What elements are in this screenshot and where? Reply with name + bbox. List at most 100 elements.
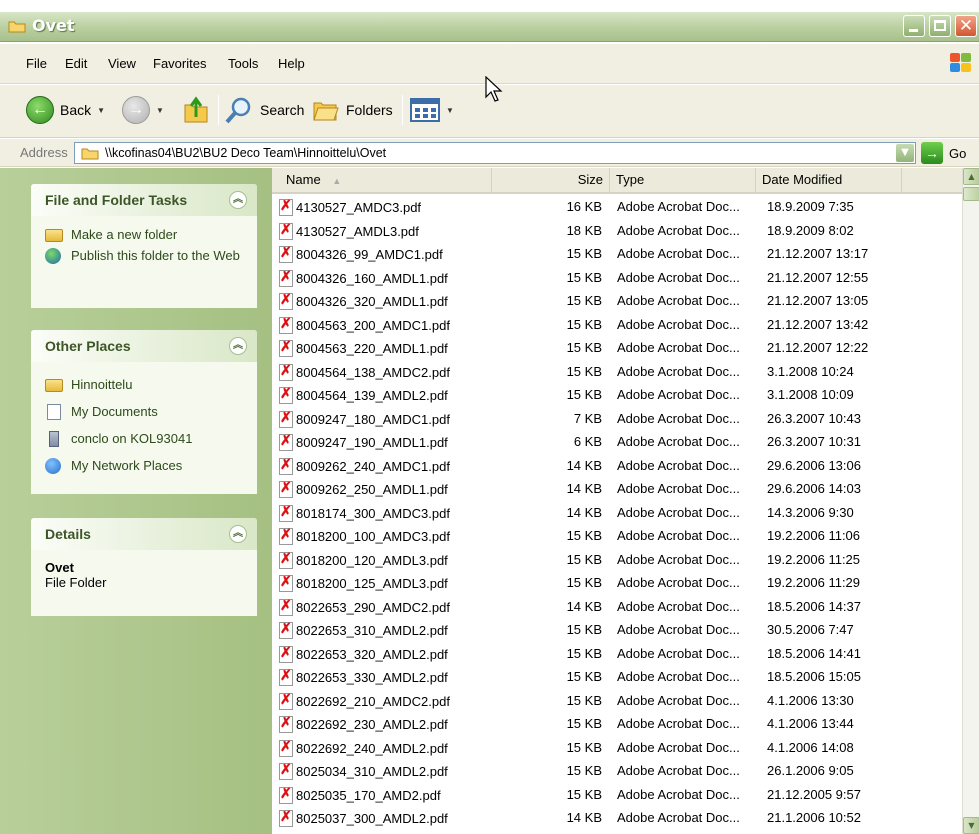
up-folder-button[interactable] <box>182 94 210 126</box>
file-type: Adobe Acrobat Doc... <box>617 340 740 355</box>
search-label: Search <box>260 102 305 118</box>
file-row[interactable]: 8009247_180_AMDC1.pdf 7 KB Adobe Acrobat D… <box>272 408 962 432</box>
menu-tools[interactable]: Tools <box>228 56 258 71</box>
folders-icon <box>313 102 339 121</box>
address-dropdown-icon[interactable]: ▼ <box>896 144 914 162</box>
column-size[interactable]: Size <box>492 168 610 192</box>
file-row[interactable]: 8022653_320_AMDL2.pdf 15 KB Adobe Acrobat … <box>272 643 962 667</box>
place-my-documents[interactable]: My Documents <box>45 403 247 420</box>
file-name: 8009262_250_AMDL1.pdf <box>296 482 448 497</box>
collapse-chevron-icon[interactable]: ︽ <box>229 191 247 209</box>
file-name-cell: 8022653_310_AMDL2.pdf <box>278 620 448 639</box>
file-name: 4130527_AMDL3.pdf <box>296 223 419 239</box>
file-name-cell: 8009247_180_AMDC1.pdf <box>278 409 450 428</box>
column-name[interactable]: Name ▲ <box>280 168 492 192</box>
file-date-modified: 19.2.2006 11:06 <box>767 528 861 543</box>
back-button[interactable]: ← Back ▼ <box>26 94 105 126</box>
menu-edit[interactable]: Edit <box>65 56 87 71</box>
file-row[interactable]: 8025037_300_AMDL2.pdf 14 KB Adobe Acrobat … <box>272 807 962 831</box>
forward-dropdown-icon[interactable]: ▼ <box>156 106 164 115</box>
file-row[interactable]: 8004563_220_AMDL1.pdf 15 KB Adobe Acrobat … <box>272 337 962 361</box>
file-row[interactable]: 8022692_210_AMDC2.pdf 15 KB Adobe Acrobat … <box>272 690 962 714</box>
menu-favorites[interactable]: Favorites <box>153 56 206 71</box>
search-button[interactable]: Search <box>224 94 304 126</box>
file-row[interactable]: 8009247_190_AMDL1.pdf 6 KB Adobe Acrobat D… <box>272 431 962 455</box>
panel-header[interactable]: File and Folder Tasks ︽ <box>31 184 257 216</box>
go-label: Go <box>949 145 967 161</box>
file-row[interactable]: 4130527_AMDC3.pdf 16 KB Adobe Acrobat Doc.… <box>272 196 962 220</box>
views-button[interactable]: ▼ <box>410 94 454 126</box>
collapse-chevron-icon[interactable]: ︽ <box>229 337 247 355</box>
place-hinnoittelu[interactable]: Hinnoittelu <box>45 376 247 393</box>
file-row[interactable]: 8009262_250_AMDL1.pdf 14 KB Adobe Acrobat … <box>272 478 962 502</box>
file-size: 7 KB <box>573 410 602 426</box>
file-row[interactable]: 8018200_120_AMDL3.pdf 15 KB Adobe Acrobat … <box>272 549 962 573</box>
file-date-modified: 29.6.2006 13:06 <box>767 457 861 473</box>
collapse-chevron-icon[interactable]: ︽ <box>229 525 247 543</box>
back-dropdown-icon[interactable]: ▼ <box>97 106 105 115</box>
file-name-cell: 8022692_230_AMDL2.pdf <box>278 714 448 733</box>
title-bar[interactable]: Ovet ✕ <box>0 12 979 42</box>
file-date-modified: 18.5.2006 14:41 <box>767 645 861 661</box>
make-new-folder-link[interactable]: Make a new folder <box>45 226 247 243</box>
panel-header[interactable]: Other Places ︽ <box>31 330 257 362</box>
file-row[interactable]: 8018200_100_AMDC3.pdf 15 KB Adobe Acrobat … <box>272 525 962 549</box>
column-date-modified[interactable]: Date Modified <box>756 168 902 192</box>
details-panel: Details ︽ Ovet File Folder <box>31 518 257 616</box>
scroll-thumb[interactable] <box>963 187 979 201</box>
close-icon: ✕ <box>958 16 974 36</box>
menu-view[interactable]: View <box>108 56 136 71</box>
column-header: Name ▲ Size Type Date Modified <box>272 168 962 194</box>
file-row[interactable]: 8004326_99_AMDC1.pdf 15 KB Adobe Acrobat D… <box>272 243 962 267</box>
pdf-file-icon <box>278 362 294 381</box>
pdf-file-icon <box>278 291 294 310</box>
vertical-scrollbar[interactable]: ▲ ▼ <box>962 168 979 834</box>
publish-folder-link[interactable]: Publish this folder to the Web <box>45 247 247 264</box>
file-row[interactable]: 8018200_125_AMDL3.pdf 15 KB Adobe Acrobat … <box>272 572 962 596</box>
file-row[interactable]: 8022692_230_AMDL2.pdf 15 KB Adobe Acrobat … <box>272 713 962 737</box>
file-row[interactable]: 8025034_310_AMDL2.pdf 15 KB Adobe Acrobat … <box>272 760 962 784</box>
file-row[interactable]: 8022653_330_AMDL2.pdf 15 KB Adobe Acrobat … <box>272 666 962 690</box>
place-network[interactable]: My Network Places <box>45 457 247 474</box>
forward-button[interactable]: → ▼ <box>122 94 164 126</box>
file-name: 8025035_170_AMD2.pdf <box>296 787 441 803</box>
file-row[interactable]: 8009262_240_AMDC1.pdf 14 KB Adobe Acrobat … <box>272 455 962 479</box>
column-type[interactable]: Type <box>610 168 756 192</box>
file-row[interactable]: 8022653_290_AMDC2.pdf 14 KB Adobe Acrobat … <box>272 596 962 620</box>
folders-button[interactable]: Folders <box>312 94 393 126</box>
pdf-file-icon <box>278 385 294 404</box>
file-row[interactable]: 8004326_320_AMDL1.pdf 15 KB Adobe Acrobat … <box>272 290 962 314</box>
file-row[interactable]: 8018174_300_AMDC3.pdf 14 KB Adobe Acrobat … <box>272 502 962 526</box>
menu-file[interactable]: File <box>26 56 47 71</box>
go-button[interactable]: → Go <box>921 142 966 164</box>
file-row[interactable]: 8025035_170_AMD2.pdf 15 KB Adobe Acrobat D… <box>272 784 962 808</box>
place-computer[interactable]: conclo on KOL93041 <box>45 430 247 447</box>
file-row[interactable]: 8004326_160_AMDL1.pdf 15 KB Adobe Acrobat … <box>272 267 962 291</box>
scroll-up-icon[interactable]: ▲ <box>963 168 979 185</box>
file-row[interactable]: 8022653_310_AMDL2.pdf 15 KB Adobe Acrobat … <box>272 619 962 643</box>
file-date-modified: 21.12.2007 12:55 <box>767 269 869 285</box>
file-row[interactable]: 4130527_AMDL3.pdf 18 KB Adobe Acrobat Doc.… <box>272 220 962 244</box>
task-pane: File and Folder Tasks ︽ Make a new folde… <box>0 168 272 834</box>
file-name: 8004326_160_AMDL1.pdf <box>296 270 448 286</box>
documents-icon <box>45 404 63 420</box>
maximize-button[interactable] <box>929 15 951 37</box>
file-type: Adobe Acrobat Doc... <box>617 786 740 802</box>
file-row[interactable]: 8004563_200_AMDC1.pdf 15 KB Adobe Acrobat … <box>272 314 962 338</box>
file-row[interactable]: 8022692_240_AMDL2.pdf 15 KB Adobe Acrobat … <box>272 737 962 761</box>
minimize-button[interactable] <box>903 15 925 37</box>
pdf-file-icon <box>278 644 294 663</box>
file-name: 8018174_300_AMDC3.pdf <box>296 505 450 521</box>
file-type: Adobe Acrobat Doc... <box>617 575 740 590</box>
file-date-modified: 18.9.2009 7:35 <box>767 199 854 214</box>
scroll-down-icon[interactable]: ▼ <box>963 817 979 834</box>
file-date-modified: 3.1.2008 10:09 <box>767 387 854 402</box>
file-date-modified: 26.3.2007 10:31 <box>767 434 861 449</box>
file-row[interactable]: 8004564_138_AMDC2.pdf 15 KB Adobe Acrobat … <box>272 361 962 385</box>
menu-help[interactable]: Help <box>278 56 305 71</box>
close-button[interactable]: ✕ <box>955 15 977 37</box>
address-input[interactable]: \\kcofinas04\BU2\BU2 Deco Team\Hinnoitte… <box>74 142 916 164</box>
panel-header[interactable]: Details ︽ <box>31 518 257 550</box>
views-dropdown-icon[interactable]: ▼ <box>446 106 454 115</box>
file-row[interactable]: 8004564_139_AMDL2.pdf 15 KB Adobe Acrobat … <box>272 384 962 408</box>
